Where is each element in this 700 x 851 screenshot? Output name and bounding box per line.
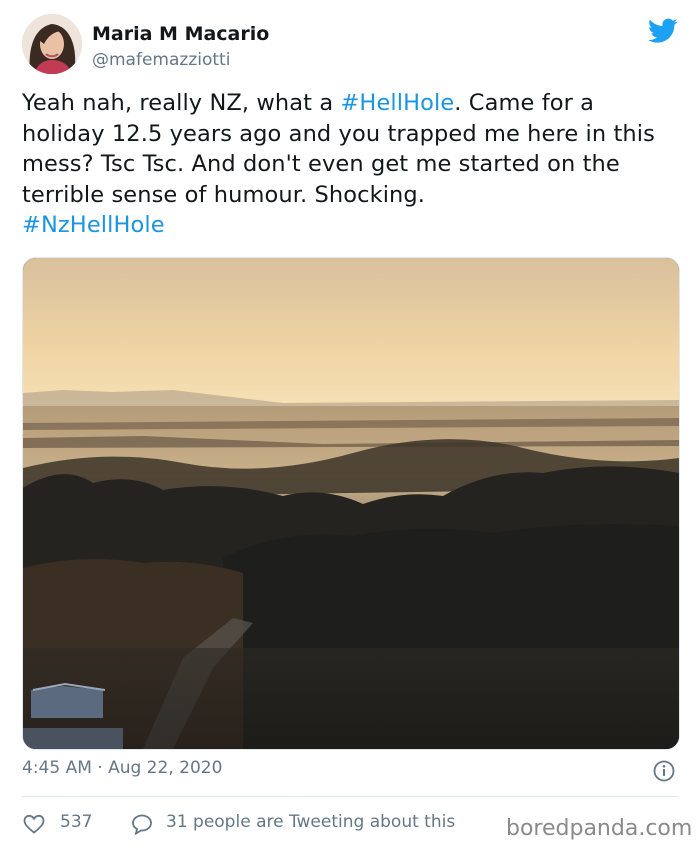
avatar[interactable] <box>22 14 82 74</box>
tweet-header: Maria M Macario @mafemazziotti <box>22 14 682 80</box>
author-handle[interactable]: @mafemazziotti <box>92 50 230 70</box>
tweet-text-part1: Yeah nah, really NZ, what a <box>22 90 341 116</box>
speech-bubble-icon[interactable] <box>130 812 154 836</box>
heart-icon[interactable] <box>22 812 46 836</box>
tweeting-about-link[interactable]: 31 people are Tweeting about this <box>166 812 455 832</box>
hashtag-nzhellhole[interactable]: #NzHellHole <box>22 212 165 238</box>
info-icon[interactable] <box>652 759 676 783</box>
tweet-text: Yeah nah, really NZ, what a #HellHole. C… <box>22 88 682 241</box>
divider <box>22 796 678 797</box>
tweet-timestamp[interactable]: 4:45 AM · Aug 22, 2020 <box>22 758 222 778</box>
tweet-card: Maria M Macario @mafemazziotti Yeah nah,… <box>0 0 700 851</box>
like-count[interactable]: 537 <box>60 812 92 832</box>
watermark: boredpanda.com <box>506 816 693 841</box>
author-name[interactable]: Maria M Macario <box>92 23 269 45</box>
twitter-bird-icon[interactable] <box>648 18 678 44</box>
tweet-photo[interactable] <box>22 257 680 750</box>
hashtag-hellhole[interactable]: #HellHole <box>340 90 454 116</box>
